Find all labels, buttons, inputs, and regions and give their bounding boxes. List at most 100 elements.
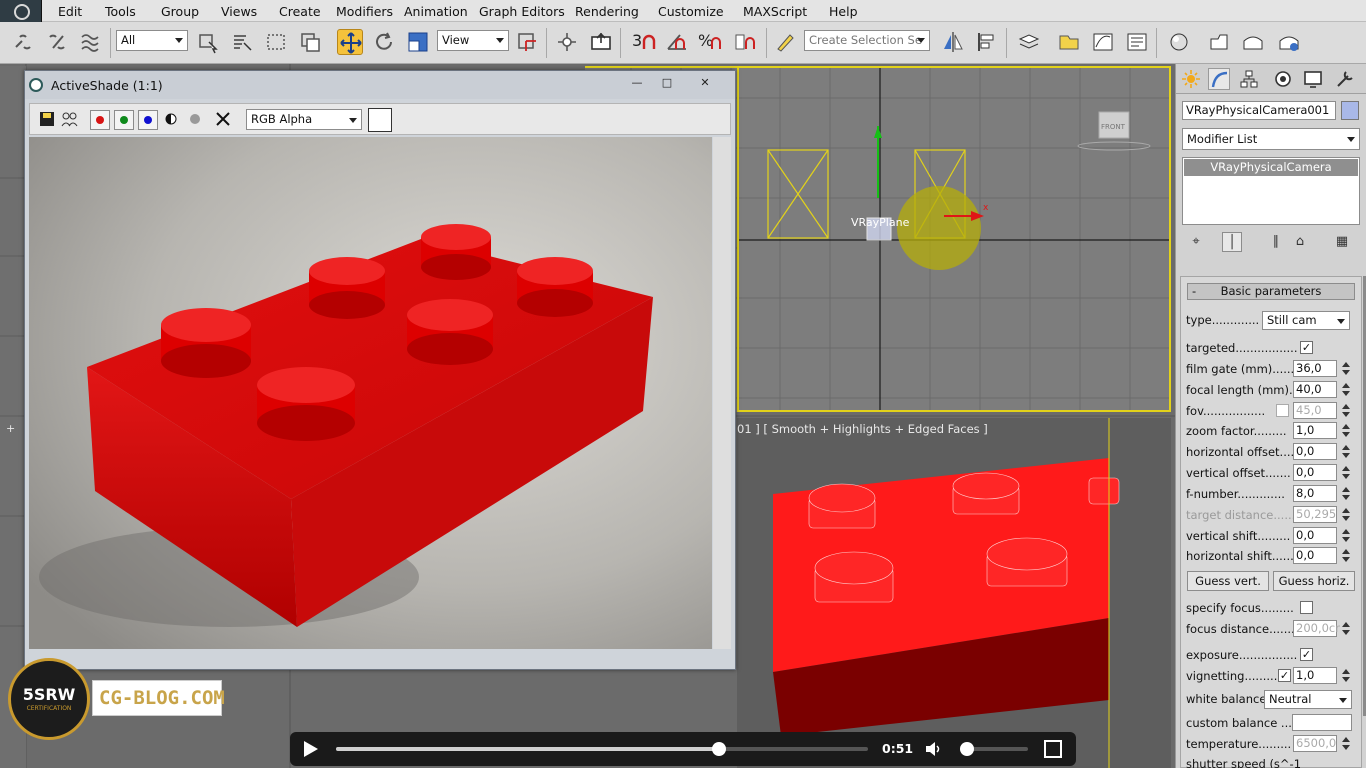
film-gate-spinner-arrows[interactable] — [1341, 361, 1351, 377]
percent-snap-icon[interactable] — [702, 29, 728, 55]
render-production-icon[interactable] — [1276, 29, 1302, 55]
front-viewport[interactable]: x VRayPlane FRONT — [737, 66, 1171, 412]
seek-handle[interactable] — [712, 742, 727, 756]
curve-editor-icon[interactable] — [1090, 29, 1116, 55]
configure-modifier-sets-icon[interactable]: ▦ — [1332, 232, 1352, 252]
focal-length-spinner-arrows[interactable] — [1341, 382, 1351, 398]
manage-layers-icon[interactable] — [1016, 29, 1042, 55]
horizontal-offset-spinner-arrows[interactable] — [1341, 444, 1351, 460]
target-distance-spinner[interactable]: 50,295 — [1293, 506, 1337, 523]
modify-tab-icon[interactable] — [1208, 68, 1230, 90]
app-menu-icon[interactable] — [0, 0, 42, 22]
green-channel-toggle[interactable] — [114, 110, 134, 130]
menu-create[interactable]: Create — [279, 4, 321, 19]
menu-animation[interactable]: Animation — [404, 4, 468, 19]
seek-bar[interactable] — [336, 742, 868, 756]
menu-group[interactable]: Group — [161, 4, 199, 19]
alpha-channel-icon[interactable] — [162, 110, 182, 130]
fullscreen-icon[interactable] — [1044, 740, 1062, 758]
named-selection-set-dropdown[interactable]: Create Selection Se — [804, 30, 930, 51]
vertical-offset-spinner[interactable]: 0,0 — [1293, 464, 1337, 481]
menu-views[interactable]: Views — [221, 4, 257, 19]
f-number-spinner-arrows[interactable] — [1341, 486, 1351, 502]
select-and-manipulate-icon[interactable] — [554, 29, 580, 55]
focus-distance-spinner[interactable]: 200,0cr — [1293, 620, 1340, 637]
temperature-spinner-arrows[interactable] — [1341, 736, 1351, 752]
vertical-shift-spinner-arrows[interactable] — [1341, 528, 1351, 544]
select-and-move-icon[interactable] — [337, 29, 363, 55]
link-icon[interactable] — [10, 29, 36, 55]
type-dropdown[interactable]: Still cam — [1262, 311, 1350, 330]
focus-distance-spinner-arrows[interactable] — [1341, 621, 1351, 637]
red-channel-toggle[interactable] — [90, 110, 110, 130]
angle-snap-icon[interactable] — [664, 29, 690, 55]
remove-modifier-icon[interactable]: ⌂ — [1290, 232, 1310, 252]
vertical-offset-spinner-arrows[interactable] — [1341, 465, 1351, 481]
select-object-icon[interactable] — [195, 29, 221, 55]
edit-named-selection-icon[interactable] — [772, 29, 798, 55]
show-end-result-icon[interactable]: │ — [1222, 232, 1242, 252]
activeshade-scrollbar[interactable] — [713, 137, 731, 649]
menu-help[interactable]: Help — [829, 4, 858, 19]
display-channel-dropdown[interactable]: RGB Alpha — [246, 109, 362, 130]
horizontal-offset-spinner[interactable]: 0,0 — [1293, 443, 1337, 460]
clear-icon[interactable] — [214, 110, 234, 130]
activeshade-titlebar[interactable]: ActiveShade (1:1) — □ ✕ — [25, 71, 735, 99]
hierarchy-tab-icon[interactable] — [1238, 68, 1260, 90]
maximize-icon[interactable]: □ — [653, 74, 681, 92]
horizontal-shift-spinner[interactable]: 0,0 — [1293, 547, 1337, 564]
vignetting-spinner[interactable]: 1,0 — [1293, 667, 1337, 684]
menu-rendering[interactable]: Rendering — [575, 4, 639, 19]
minimize-icon[interactable]: — — [623, 74, 651, 92]
rect-selection-region-icon[interactable] — [263, 29, 289, 55]
perspective-viewport-label[interactable]: 01 ] [ Smooth + Highlights + Edged Faces… — [737, 422, 988, 436]
menu-modifiers[interactable]: Modifiers — [336, 4, 393, 19]
window-crossing-icon[interactable] — [297, 29, 323, 55]
perspective-viewport[interactable] — [737, 418, 1171, 768]
mirror-icon[interactable] — [940, 29, 966, 55]
close-icon[interactable]: ✕ — [691, 74, 719, 92]
align-icon[interactable] — [974, 29, 1000, 55]
modifier-list-dropdown[interactable]: Modifier List — [1182, 128, 1360, 150]
white-balance-dropdown[interactable]: Neutral — [1264, 690, 1352, 709]
select-by-name-icon[interactable] — [229, 29, 255, 55]
display-tab-icon[interactable] — [1302, 68, 1324, 90]
save-image-icon[interactable] — [38, 110, 58, 130]
play-icon[interactable] — [304, 741, 318, 757]
focal-length-spinner[interactable]: 40,0 — [1293, 381, 1337, 398]
target-distance-spinner-arrows[interactable] — [1341, 507, 1351, 523]
vignetting-spinner-arrows[interactable] — [1341, 668, 1351, 684]
menu-graph-editors[interactable]: Graph Editors — [479, 4, 565, 19]
custom-balance-color-swatch[interactable] — [1292, 714, 1352, 731]
volume-icon[interactable] — [924, 740, 942, 758]
object-name-field[interactable]: VRayPhysicalCamera001 — [1182, 101, 1336, 120]
snaps-toggle-icon[interactable] — [636, 29, 662, 55]
pin-stack-icon[interactable]: ⌖ — [1186, 232, 1206, 252]
pivot-point-center-icon[interactable] — [514, 29, 540, 55]
exposure-checkbox[interactable]: ✓ — [1300, 648, 1313, 661]
monochrome-icon[interactable] — [186, 110, 206, 130]
vignetting-checkbox[interactable]: ✓ — [1278, 669, 1291, 682]
temperature-spinner[interactable]: 6500,0 — [1293, 735, 1337, 752]
material-editor-icon[interactable] — [1166, 29, 1192, 55]
f-number-spinner[interactable]: 8,0 — [1293, 485, 1337, 502]
horizontal-shift-spinner-arrows[interactable] — [1341, 548, 1351, 564]
unlink-icon[interactable] — [44, 29, 70, 55]
menu-customize[interactable]: Customize — [658, 4, 724, 19]
specify-focus-checkbox[interactable] — [1300, 601, 1313, 614]
scene-explorer-icon[interactable] — [1056, 29, 1082, 55]
vertical-shift-spinner[interactable]: 0,0 — [1293, 527, 1337, 544]
film-gate-spinner[interactable]: 36,0 — [1293, 360, 1337, 377]
object-color-swatch[interactable] — [1341, 101, 1359, 120]
targeted-checkbox[interactable]: ✓ — [1300, 341, 1313, 354]
select-and-scale-icon[interactable] — [405, 29, 431, 55]
spinner-snap-icon[interactable] — [732, 29, 758, 55]
rendered-frame-window-icon[interactable] — [1240, 29, 1266, 55]
guess-vert-button[interactable]: Guess vert. — [1187, 571, 1269, 591]
make-unique-icon[interactable]: ∥ — [1266, 232, 1286, 252]
motion-tab-icon[interactable] — [1272, 68, 1294, 90]
bind-space-warp-icon[interactable] — [78, 29, 104, 55]
rollout-header[interactable]: - Basic parameters — [1187, 283, 1355, 300]
zoom-factor-spinner[interactable]: 1,0 — [1293, 422, 1337, 439]
render-setup-icon[interactable] — [1206, 29, 1232, 55]
